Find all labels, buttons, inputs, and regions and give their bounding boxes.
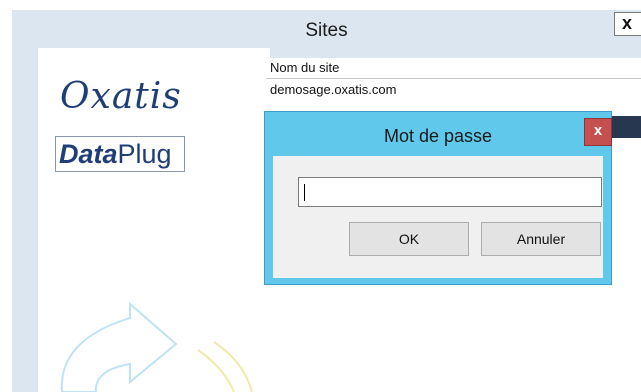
cancel-button[interactable]: Annuler [481, 222, 601, 256]
site-list-row[interactable]: demosage.oxatis.com [266, 79, 641, 101]
close-icon: x [593, 122, 603, 139]
selected-row-highlight[interactable] [611, 116, 641, 138]
parent-window-title: Sites [305, 20, 348, 41]
dataplug-logo-rest: Plug [117, 139, 172, 169]
text-caret [304, 184, 305, 201]
parent-titlebar: Sites [12, 10, 641, 48]
screen: Sites x Oxatis DataPlug Nom du site demo… [0, 0, 641, 392]
close-icon: x [622, 13, 633, 33]
parent-close-button[interactable]: x [614, 12, 641, 36]
dataplug-logo: DataPlug [55, 136, 185, 172]
password-dialog: Mot de passe x OK Annuler [264, 111, 612, 285]
dialog-title: Mot de passe [383, 126, 493, 146]
dialog-client-area: OK Annuler [273, 156, 603, 278]
refresh-arrow-icon [60, 301, 253, 392]
oxatis-logo: Oxatis [60, 76, 182, 117]
ok-button[interactable]: OK [349, 222, 469, 256]
password-field[interactable] [298, 177, 602, 207]
dataplug-logo-bold: Data [59, 139, 118, 169]
site-list-column-header[interactable]: Nom du site [266, 58, 641, 79]
dialog-close-button[interactable]: x [584, 118, 612, 146]
logo-panel: Oxatis DataPlug [38, 48, 270, 392]
